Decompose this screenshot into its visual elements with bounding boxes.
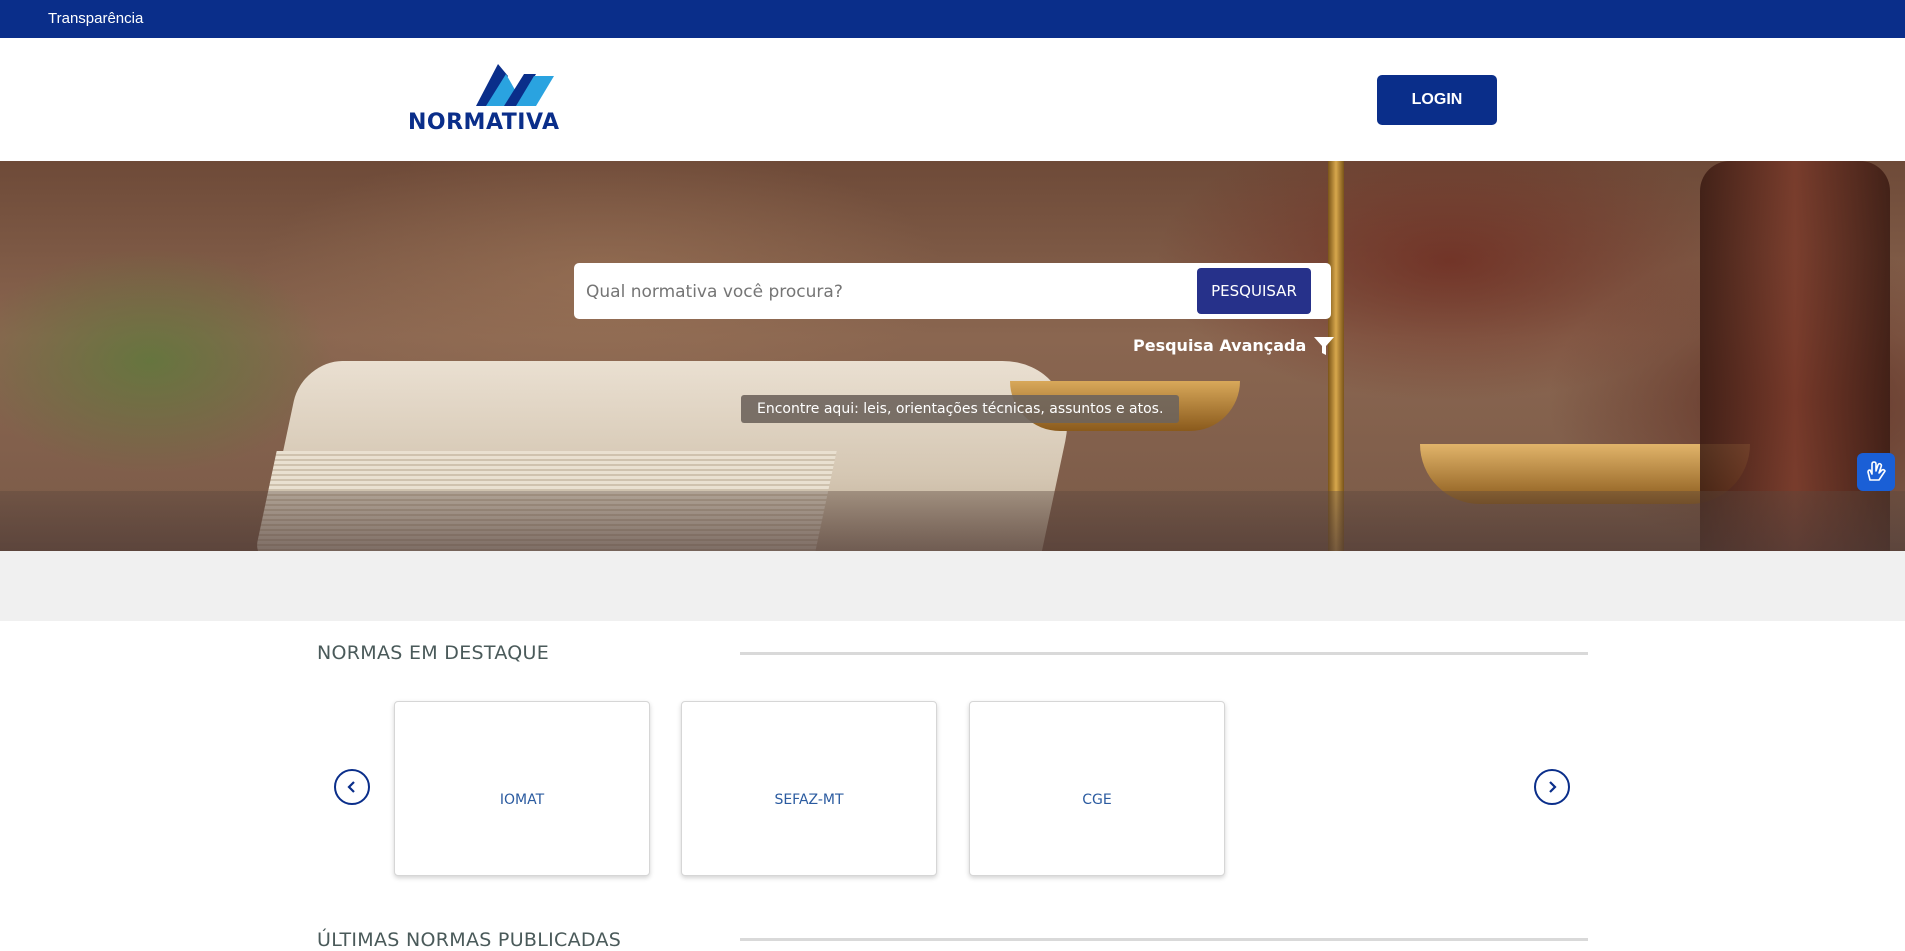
- carousel-prev-button[interactable]: [334, 769, 370, 805]
- login-button[interactable]: LOGIN: [1377, 75, 1497, 125]
- transparencia-link[interactable]: Transparência: [48, 10, 143, 27]
- featured-card-sefaz-mt[interactable]: SEFAZ-MT: [681, 701, 937, 876]
- hero-floor: [0, 491, 1905, 551]
- search-bar: PESQUISAR: [574, 263, 1331, 319]
- hand-sign-icon: [1867, 461, 1886, 481]
- search-button[interactable]: PESQUISAR: [1197, 268, 1311, 314]
- top-bar: Transparência: [0, 0, 1905, 38]
- site-header: NORMATIVA LOGIN: [0, 38, 1905, 161]
- chevron-right-icon: [1549, 781, 1557, 793]
- latest-section-rule: [740, 938, 1588, 941]
- search-input[interactable]: [584, 273, 1188, 311]
- latest-section-title: ÚLTIMAS NORMAS PUBLICADAS: [317, 929, 622, 951]
- featured-card-iomat[interactable]: IOMAT: [394, 701, 650, 876]
- filter-icon: [1314, 336, 1335, 355]
- section-divider-band: [0, 551, 1905, 621]
- advanced-search-toggle[interactable]: Pesquisa Avançada: [1133, 336, 1335, 355]
- logo-mark-icon: [476, 64, 554, 106]
- featured-card-label: IOMAT: [499, 791, 545, 808]
- accessibility-button[interactable]: [1857, 453, 1895, 491]
- featured-section-rule: [740, 652, 1588, 655]
- carousel-next-button[interactable]: [1534, 769, 1570, 805]
- advanced-search-label: Pesquisa Avançada: [1133, 336, 1307, 355]
- chevron-left-icon: [347, 781, 355, 793]
- featured-card-label: SEFAZ-MT: [774, 791, 844, 808]
- normativa-logo[interactable]: NORMATIVA: [406, 56, 566, 144]
- hero-banner: [0, 161, 1905, 551]
- featured-section-title: NORMAS EM DESTAQUE: [317, 642, 550, 664]
- hero-tagline: Encontre aqui: leis, orientações técnica…: [741, 395, 1180, 423]
- logo-wordmark: NORMATIVA: [408, 110, 560, 135]
- featured-card-label: CGE: [1082, 791, 1112, 808]
- featured-card-cge[interactable]: CGE: [969, 701, 1225, 876]
